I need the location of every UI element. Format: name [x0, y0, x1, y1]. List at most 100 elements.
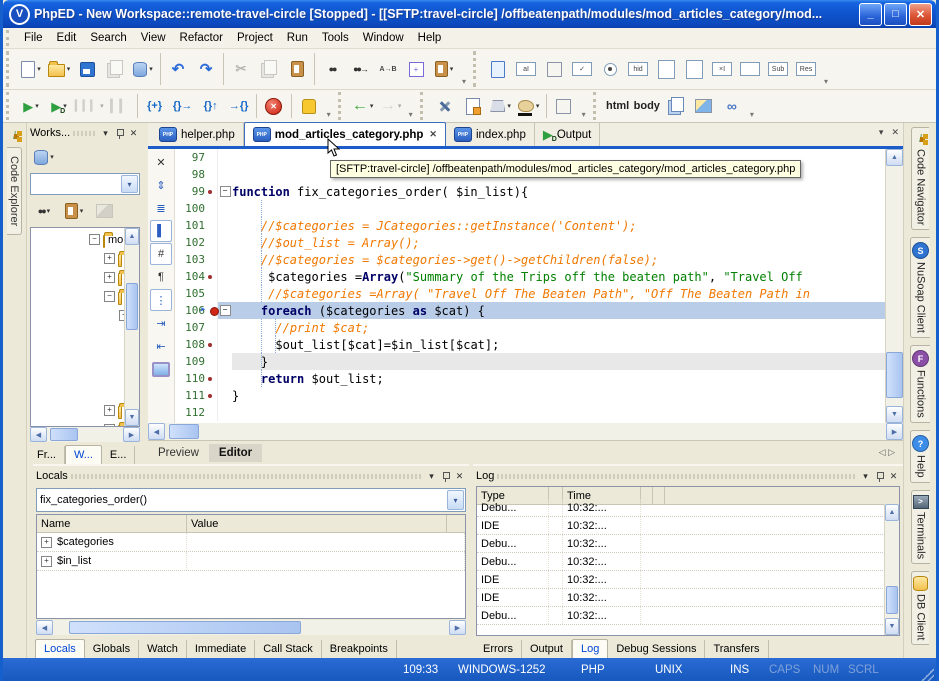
dropdown-arrow-icon[interactable]: ▾	[507, 102, 511, 110]
scroll-right-icon[interactable]: ▶	[886, 423, 903, 440]
line-number[interactable]: 109	[175, 355, 207, 368]
combobox-dropdown-icon[interactable]: ▾	[121, 175, 138, 193]
step-over-button[interactable]: {}→	[170, 93, 196, 119]
fold-margin[interactable]	[217, 353, 232, 370]
dropdown-arrow-icon[interactable]: ▾	[450, 65, 454, 73]
output-tab-debug-sessions[interactable]: Debug Sessions	[608, 640, 705, 658]
save-button[interactable]	[74, 56, 100, 82]
editor-mode-tab-editor[interactable]: Editor	[209, 444, 262, 462]
browser-preview-button[interactable]	[150, 358, 172, 380]
toolbar-drag-handle[interactable]	[593, 92, 601, 120]
workspace-tab-2[interactable]: E...	[102, 446, 136, 464]
insert-table-button[interactable]	[541, 56, 567, 82]
scroll-up-icon[interactable]: ▲	[125, 228, 139, 245]
fold-margin[interactable]	[217, 234, 232, 251]
output-tab-transfers[interactable]: Transfers	[705, 640, 768, 658]
workspace-file-tree[interactable]: −mo...++−+PHPPHP++ ▲ ▼	[30, 227, 140, 427]
tree-node[interactable]: −mo...	[31, 230, 125, 249]
log-row[interactable]: Debu...10:32:...	[477, 553, 899, 571]
toolbar-overflow-icon[interactable]: ▾	[327, 110, 331, 122]
menu-edit[interactable]: Edit	[50, 30, 84, 46]
toggle-line-numbers-button[interactable]: #	[150, 243, 172, 265]
insert-submit-button[interactable]: Sub	[765, 56, 791, 82]
fold-margin[interactable]: −	[217, 302, 232, 319]
column-header-value[interactable]: Value	[187, 515, 447, 532]
line-number[interactable]: 98	[175, 168, 207, 181]
select-frame-button[interactable]: +	[403, 56, 429, 82]
scroll-left-icon[interactable]: ◀	[36, 620, 53, 635]
fold-margin[interactable]	[217, 387, 232, 404]
scroll-down-icon[interactable]: ▼	[125, 409, 139, 426]
insert-listbox-button[interactable]	[653, 56, 679, 82]
resize-grip[interactable]	[920, 668, 934, 681]
tree-horizontal-scrollbar[interactable]: ◀ ▶	[30, 427, 140, 442]
dock-tab-help[interactable]: ?Help	[910, 430, 930, 483]
toolbar-overflow-icon[interactable]: ▾	[462, 77, 466, 89]
fold-margin[interactable]	[217, 166, 232, 183]
find-next-button[interactable]: ●●→	[347, 56, 373, 82]
output-tab-output[interactable]: Output	[522, 640, 572, 658]
line-number[interactable]: 100	[175, 202, 207, 215]
tree-node[interactable]: PHP	[31, 325, 125, 344]
editor-horizontal-scrollbar[interactable]: ◀ ▶	[148, 423, 903, 440]
insert-textfield-button[interactable]	[737, 56, 763, 82]
insert-checkbox-button[interactable]: ✓	[569, 56, 595, 82]
fold-collapse-icon[interactable]: −	[220, 305, 231, 316]
menu-file[interactable]: File	[17, 30, 50, 46]
dropdown-arrow-icon[interactable]: ▾	[536, 102, 540, 110]
editor-vertical-scrollbar[interactable]: ▲ ▼	[885, 149, 903, 423]
insert-radio-button[interactable]	[597, 56, 623, 82]
new-project-button[interactable]: ▾	[31, 144, 57, 170]
toggle-wrap-button[interactable]: ≣	[150, 197, 172, 219]
fill-color-button[interactable]: ▾	[488, 93, 514, 119]
line-marker[interactable]	[207, 268, 217, 285]
tree-node[interactable]: +	[31, 401, 125, 420]
toolbar-drag-handle[interactable]	[6, 51, 14, 87]
line-number[interactable]: 112	[175, 406, 207, 419]
tree-node[interactable]: +	[31, 420, 125, 427]
line-marker[interactable]	[207, 251, 217, 268]
workspace-close-button[interactable]: ✕	[127, 128, 140, 139]
log-pin-button[interactable]	[875, 472, 884, 481]
tab-list-icon[interactable]: ▾	[879, 127, 884, 138]
dropdown-arrow-icon[interactable]: ▾	[80, 207, 84, 215]
dropdown-arrow-icon[interactable]: ▾	[35, 102, 39, 110]
tab-nav-arrows-icon[interactable]: ◁ ▷	[879, 447, 895, 458]
run-to-cursor-button[interactable]: →{}	[226, 93, 252, 119]
fold-margin[interactable]	[217, 200, 232, 217]
menu-refactor[interactable]: Refactor	[173, 30, 230, 46]
insert-reset-button[interactable]: Res	[793, 56, 819, 82]
toolbar-overflow-icon[interactable]: ▾	[750, 110, 754, 122]
scroll-left-icon[interactable]: ◀	[148, 423, 165, 440]
menu-tools[interactable]: Tools	[315, 30, 356, 46]
indent-block-button[interactable]: ⇥	[150, 312, 172, 334]
show-paragraph-marks-button[interactable]: ¶	[150, 266, 172, 288]
web-colors-button[interactable]	[551, 93, 577, 119]
tree-node[interactable]	[31, 344, 125, 363]
line-marker[interactable]	[207, 285, 217, 302]
replace-button[interactable]: A→B	[375, 56, 401, 82]
fold-collapse-icon[interactable]: −	[220, 186, 231, 197]
tree-expander-icon[interactable]: −	[104, 291, 115, 302]
tree-expander-icon[interactable]: +	[104, 253, 115, 264]
scroll-right-icon[interactable]: ▶	[449, 620, 466, 635]
fold-margin[interactable]: −	[217, 183, 232, 200]
editor-mode-tab-preview[interactable]: Preview	[148, 444, 209, 462]
color-palette-button[interactable]: ▾	[516, 93, 542, 119]
navigate-back-button[interactable]: ←▾	[350, 93, 376, 119]
log-row[interactable]: IDE10:32:...	[477, 589, 899, 607]
close-button[interactable]: ✕	[909, 3, 932, 26]
line-marker[interactable]	[207, 370, 217, 387]
tree-expander-icon[interactable]: +	[104, 272, 115, 283]
break-hand-button[interactable]	[296, 93, 322, 119]
tree-vertical-scrollbar[interactable]: ▲ ▼	[124, 228, 139, 426]
dropdown-arrow-icon[interactable]: ▾	[100, 102, 104, 110]
tree-node[interactable]	[31, 382, 125, 401]
editor-tab-index-php[interactable]: PHPindex.php	[446, 123, 535, 146]
line-marker[interactable]	[207, 336, 217, 353]
fold-margin[interactable]	[217, 370, 232, 387]
line-marker[interactable]	[207, 353, 217, 370]
tab-close-icon[interactable]: ✕	[891, 127, 899, 138]
scroll-down-icon[interactable]: ▼	[885, 618, 899, 635]
paste-special-button[interactable]: ▾	[431, 56, 457, 82]
